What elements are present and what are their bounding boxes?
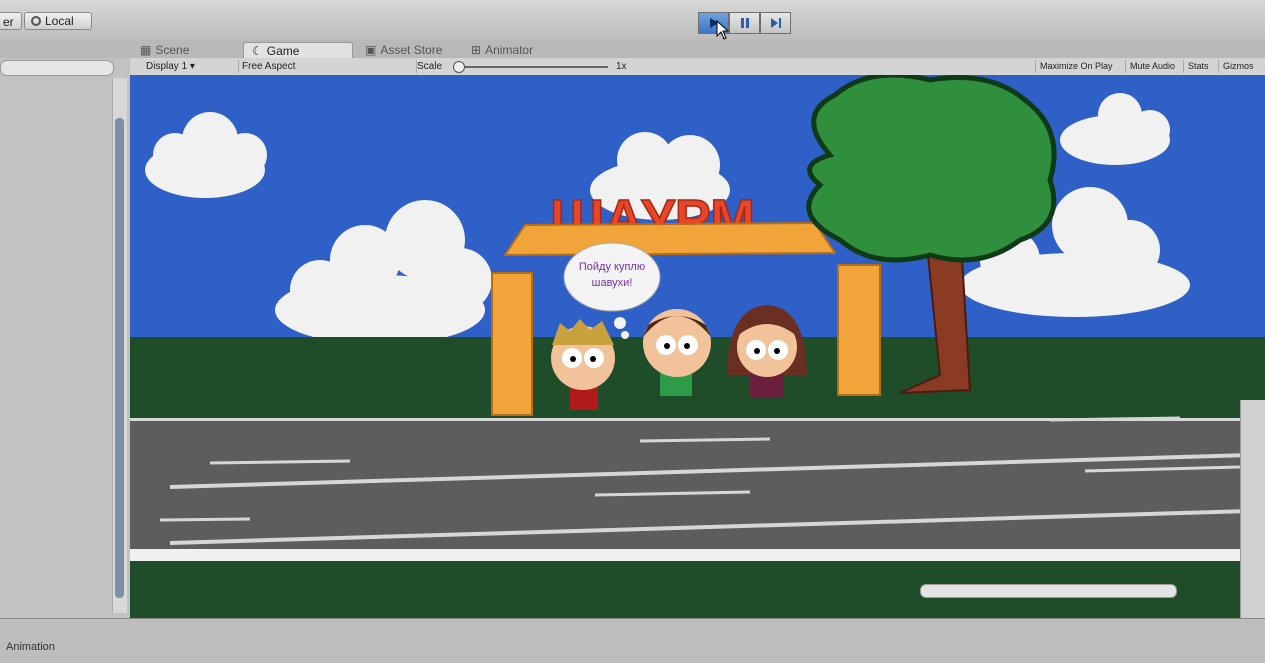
- scale-slider[interactable]: [453, 60, 608, 73]
- scale-label: Scale: [417, 61, 443, 72]
- store-icon: ▣: [365, 43, 377, 57]
- mute-audio-toggle[interactable]: Mute Audio: [1125, 60, 1175, 73]
- aspect-dropdown[interactable]: Free Aspect: [236, 60, 417, 73]
- pause-button[interactable]: [729, 12, 760, 34]
- kiosk-pillar-right: [837, 264, 881, 396]
- game-icon: ☾: [252, 44, 263, 58]
- thought-dot: [621, 331, 629, 339]
- slider-track: [453, 66, 608, 68]
- step-icon: [770, 18, 781, 28]
- game-view-toolbar: Display 1 ▾ Free Aspect Scale 1x Maximiz…: [130, 58, 1265, 76]
- mouse-cursor-icon: [716, 20, 730, 40]
- tab-animation[interactable]: Animation: [6, 641, 55, 653]
- slider-thumb[interactable]: [453, 61, 465, 73]
- horizontal-scrollbar[interactable]: [920, 584, 1177, 598]
- road-curb: [130, 549, 1265, 561]
- thought-text-line2: шавухи!: [592, 277, 633, 289]
- left-toolbar-button[interactable]: er: [0, 12, 22, 30]
- maximize-on-play-toggle[interactable]: Maximize On Play: [1035, 60, 1113, 73]
- vertical-scrollbar[interactable]: [112, 78, 127, 613]
- thought-text-line1: Пойду куплю: [579, 261, 645, 273]
- scene-icon: ▦: [140, 43, 152, 57]
- game-scene: ШАУРМ Пойду куплю шавухи!: [130, 75, 1265, 623]
- gizmos-dropdown[interactable]: Gizmos: [1218, 60, 1254, 73]
- pause-icon: [740, 18, 749, 28]
- tab-scene[interactable]: ▦ Scene: [140, 42, 189, 58]
- tab-game[interactable]: ☾ Game: [243, 42, 353, 59]
- tab-asset-store[interactable]: ▣ Asset Store: [365, 42, 442, 58]
- stats-toggle[interactable]: Stats: [1183, 60, 1209, 73]
- editor-tab-bar: ▦ Scene ☾ Game ▣ Asset Store ⊞ Animator: [0, 40, 1265, 59]
- canopy: [503, 221, 837, 257]
- playback-controls: [698, 12, 791, 34]
- search-input[interactable]: [0, 60, 114, 76]
- scrollbar-thumb[interactable]: [115, 118, 124, 598]
- game-viewport[interactable]: ШАУРМ Пойду куплю шавухи!: [130, 75, 1265, 623]
- display-dropdown[interactable]: Display 1 ▾: [140, 60, 239, 73]
- kiosk-pillar-left: [491, 272, 533, 416]
- step-button[interactable]: [760, 12, 791, 34]
- bottom-panel: Animation: [0, 584, 1265, 663]
- animator-icon: ⊞: [471, 43, 482, 57]
- tab-animator[interactable]: ⊞ Animator: [471, 42, 533, 58]
- left-panel: [0, 58, 131, 618]
- local-button[interactable]: Local: [24, 12, 92, 30]
- gear-icon: [31, 16, 41, 26]
- top-toolbar: er Local: [0, 0, 1265, 41]
- thought-dot: [614, 317, 626, 329]
- scale-value: 1x: [616, 61, 627, 72]
